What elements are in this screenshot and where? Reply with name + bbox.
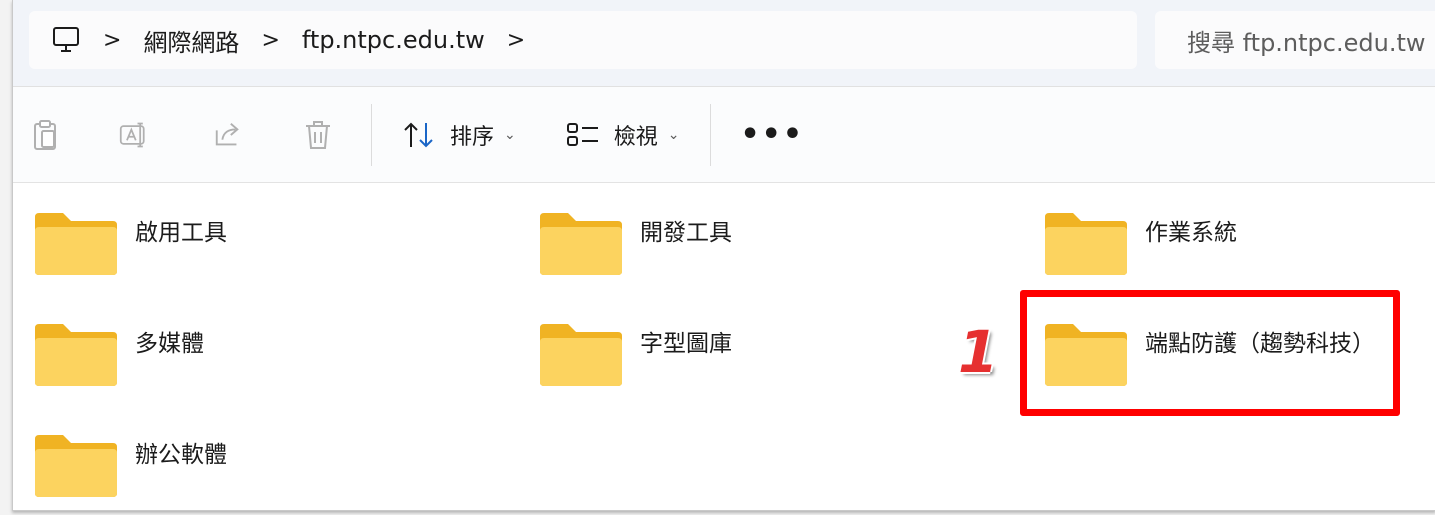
chevron-down-icon: ⌄	[667, 126, 680, 143]
folder-item[interactable]: 辦公軟體	[33, 433, 227, 499]
chevron-right-icon[interactable]: >	[507, 28, 525, 53]
file-explorer-window: > 網際網路 > ftp.ntpc.edu.tw > 搜尋 ftp.ntpc.e…	[12, 0, 1435, 511]
annotation-step-number: 1	[958, 318, 999, 386]
chevron-down-icon: ⌄	[504, 126, 516, 143]
folder-item[interactable]: 多媒體	[33, 322, 204, 388]
rename-icon[interactable]	[119, 120, 149, 150]
folder-item[interactable]: 開發工具	[538, 211, 732, 277]
sort-button[interactable]: 排序 ⌄	[402, 119, 516, 151]
breadcrumb-internet[interactable]: 網際網路	[143, 23, 239, 58]
search-input[interactable]: 搜尋 ftp.ntpc.edu.tw	[1187, 23, 1426, 58]
folder-icon	[35, 324, 117, 386]
search-box[interactable]: 搜尋 ftp.ntpc.edu.tw	[1155, 11, 1435, 69]
folder-icon	[540, 213, 622, 275]
share-icon[interactable]	[213, 120, 243, 150]
folder-name: 作業系統	[1145, 220, 1237, 246]
this-pc-icon[interactable]	[51, 25, 81, 55]
toolbar-divider	[371, 103, 372, 166]
view-button[interactable]: 檢視 ⌄	[566, 119, 680, 151]
more-options-button[interactable]: •••	[741, 117, 805, 152]
folder-name: 開發工具	[640, 220, 732, 246]
folder-icon	[35, 435, 117, 497]
folder-name: 辦公軟體	[135, 442, 227, 468]
view-icon	[566, 122, 598, 146]
folder-icon	[540, 324, 622, 386]
sort-label: 排序	[450, 124, 495, 150]
folder-name: 字型圖庫	[640, 331, 732, 357]
chevron-right-icon[interactable]: >	[261, 28, 279, 53]
toolbar-divider	[709, 103, 711, 166]
folder-name: 多媒體	[135, 331, 204, 357]
view-label: 檢視	[613, 124, 658, 150]
address-bar-row: > 網際網路 > ftp.ntpc.edu.tw > 搜尋 ftp.ntpc.e…	[13, 0, 1435, 87]
folder-item[interactable]: 字型圖庫	[538, 322, 732, 388]
folder-name: 啟用工具	[135, 220, 227, 246]
folder-item[interactable]: 作業系統	[1043, 211, 1237, 277]
address-bar[interactable]: > 網際網路 > ftp.ntpc.edu.tw >	[29, 11, 1137, 69]
sort-icon	[404, 122, 433, 147]
chevron-right-icon[interactable]: >	[103, 28, 121, 53]
folder-icon	[1045, 213, 1127, 275]
paste-icon[interactable]	[31, 119, 61, 150]
folder-item[interactable]: 啟用工具	[33, 211, 227, 277]
command-bar: 排序 ⌄ 檢視 ⌄ •••	[13, 87, 1435, 183]
annotation-highlight-box	[1020, 290, 1400, 416]
delete-icon[interactable]	[303, 120, 333, 150]
folder-icon	[35, 213, 117, 275]
breadcrumb-ftp-host[interactable]: ftp.ntpc.edu.tw	[302, 26, 485, 54]
